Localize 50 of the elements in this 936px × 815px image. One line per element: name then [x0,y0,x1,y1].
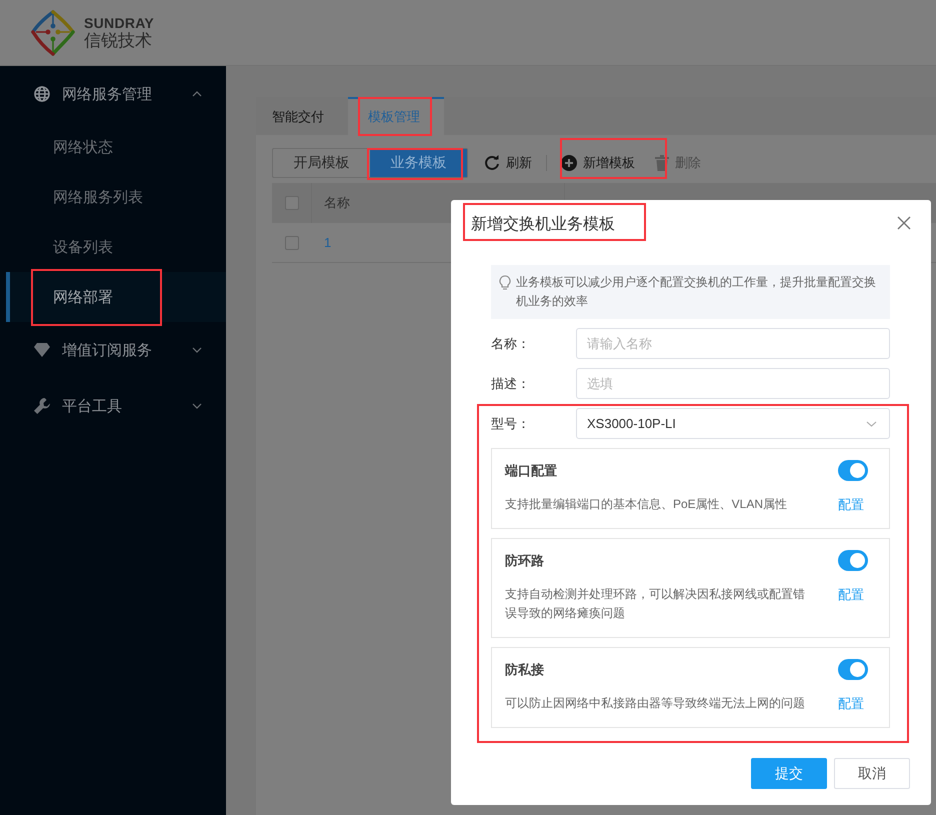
lightbulb-icon [499,275,511,290]
globe-icon [34,86,50,102]
menu-group[interactable]: 增值订阅服务 [0,322,226,378]
input-field[interactable]: 选填 [576,368,890,399]
brand-subtitle: 信锐技术 [84,32,153,49]
segment-button[interactable]: 业务模板 [370,149,467,177]
feature-description: 支持自动检测并处理环路，可以解决因私接网线或配置错误导致的网络瘫痪问题 [505,586,806,622]
tip-text: 业务模板可以减少用户逐个配置交换机的工作量，提升批量配置交换机业务的效率 [516,274,877,310]
toggle-switch[interactable] [838,659,868,680]
config-link[interactable]: 配置 [838,585,868,604]
chevron-icon [192,91,202,97]
plus-circle-icon [561,155,577,171]
field-label: 型号： [491,414,531,432]
menu-item[interactable]: 网络部署 [6,272,226,322]
toggle-switch[interactable] [838,550,868,571]
refresh-icon [484,155,500,171]
segment-button[interactable]: 开局模板 [273,149,370,177]
feature-description: 支持批量编辑端口的基本信息、PoE属性、VLAN属性 [505,496,788,513]
menu-item[interactable]: 网络服务列表 [6,172,226,222]
config-link[interactable]: 配置 [838,495,868,514]
checkbox[interactable] [284,196,298,210]
menu-item[interactable]: 设备列表 [6,222,226,272]
menu-item[interactable]: 网络状态 [6,122,226,172]
checkbox[interactable] [285,236,299,250]
cancel-button[interactable]: 取消 [834,758,910,789]
field-label: 名称： [491,334,531,352]
input-field[interactable]: 请输入名称 [576,328,890,359]
chevron-icon [192,347,202,353]
chevron-icon [192,403,202,409]
chevron-icon [866,420,877,426]
feature-title: 防环路 [505,552,545,570]
trash-icon [655,155,669,171]
field-label: 描述： [491,374,531,392]
logo [30,10,76,56]
feature-title: 防私接 [505,660,545,678]
wrench-icon [34,398,50,414]
menu-group[interactable]: 平台工具 [0,378,226,434]
select-field[interactable]: XS3000-10P-LI [576,408,890,439]
tab[interactable]: 智能交付 [256,97,348,135]
menu-group[interactable]: 网络服务管理 [0,66,226,122]
feature-description: 可以防止因网络中私接路由器等导致终端无法上网的问题 [505,695,806,712]
submit-button[interactable]: 提交 [751,758,827,789]
diamond-icon [34,343,50,357]
brand-name: SUNDRAY [84,16,154,30]
close-button[interactable] [897,216,913,232]
toggle-switch[interactable] [838,460,868,481]
config-link[interactable]: 配置 [838,694,868,713]
feature-title: 端口配置 [505,462,558,480]
toolbar-button[interactable]: 新增模板 [551,148,645,178]
toolbar-button[interactable]: 刷新 [474,148,542,178]
